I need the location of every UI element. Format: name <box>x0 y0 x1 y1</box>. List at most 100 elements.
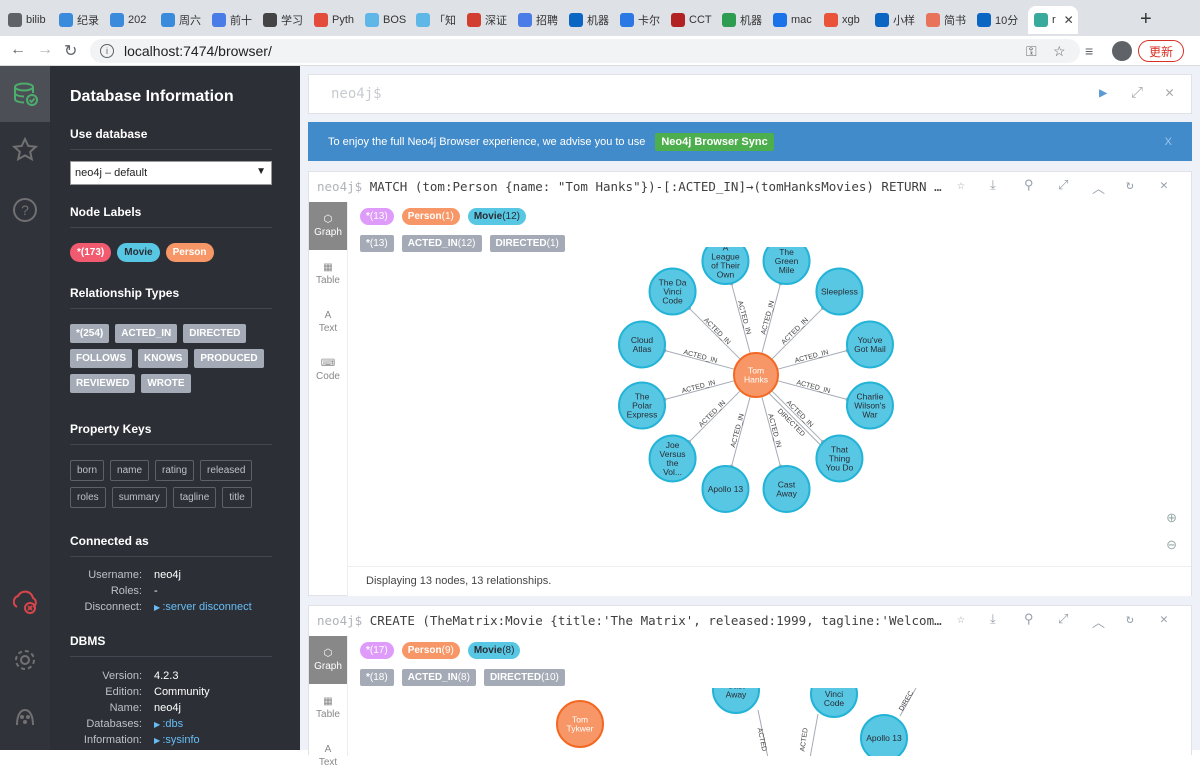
browser-sync-button[interactable]: Neo4j Browser Sync <box>655 132 774 151</box>
browser-tab[interactable]: CCT <box>671 6 717 34</box>
relationship-type-tag[interactable]: *(254) <box>70 324 110 343</box>
property-key-tag[interactable]: rating <box>155 460 195 481</box>
movie-node[interactable]: CloudAtlas <box>618 320 667 369</box>
relationship-type-tag[interactable]: PRODUCED <box>194 349 264 368</box>
reload-icon[interactable]: ↻ <box>64 41 77 61</box>
browser-tab[interactable]: r ✕ <box>1028 6 1078 34</box>
rerun-icon[interactable]: ↻ <box>1126 178 1134 193</box>
settings-gear-icon[interactable] <box>0 632 50 688</box>
legend-node-label[interactable]: Movie(8) <box>467 642 521 659</box>
legend-node-label[interactable]: Person(1) <box>401 208 460 225</box>
browser-tab[interactable]: 纪录 <box>59 6 105 34</box>
relationship-type-tag[interactable]: FOLLOWS <box>70 349 132 368</box>
frame-2-query[interactable]: CREATE (TheMatrix:Movie {title:'The Matr… <box>370 613 945 628</box>
view-tab-table[interactable]: ▦ Table <box>309 684 347 732</box>
person-node[interactable]: TomHanks <box>733 352 779 398</box>
view-tab-table[interactable]: ▦ Table <box>309 250 347 298</box>
browser-tab[interactable]: bilib <box>8 6 54 34</box>
relationship-type-tag[interactable]: DIRECTED <box>183 324 247 343</box>
favorites-star-icon[interactable] <box>0 122 50 178</box>
frame-1-query[interactable]: MATCH (tom:Person {name: "Tom Hanks"})-[… <box>370 179 945 194</box>
info-icon[interactable]: i <box>100 44 114 58</box>
browser-tab[interactable]: 机器 <box>722 6 768 34</box>
browser-tab[interactable]: 周六 <box>161 6 207 34</box>
expand-icon[interactable]: ⤢ <box>1131 83 1143 101</box>
legend-node-label[interactable]: *(17) <box>360 642 394 659</box>
relationship-type-tag[interactable]: WROTE <box>141 374 191 393</box>
node-label-pill[interactable]: Person <box>165 243 214 262</box>
forward-icon[interactable]: → <box>37 41 53 59</box>
fullscreen-icon[interactable]: ⤢ <box>1058 612 1068 627</box>
relationship-type-tag[interactable]: KNOWS <box>138 349 189 368</box>
collapse-icon[interactable]: ︿ <box>1092 612 1105 631</box>
node-label-pill[interactable]: *(173) <box>70 243 112 262</box>
graph-visualization[interactable]: ACTED_IN ACTED_IN ACTED_INACTED_INACTED_IN… <box>348 247 1194 567</box>
zoom-out-icon[interactable]: ⊖ <box>1166 537 1177 553</box>
movie-node[interactable]: JoeVersustheVol... <box>648 434 697 483</box>
browser-tab[interactable]: 深证 <box>467 6 513 34</box>
node-label-pill[interactable]: Movie <box>117 243 160 262</box>
database-select[interactable]: neo4j – default ▼ <box>70 161 272 185</box>
collapse-icon[interactable]: ︿ <box>1092 178 1105 197</box>
property-key-tag[interactable]: released <box>200 460 253 481</box>
relationship-type-tag[interactable]: ACTED_IN <box>115 324 178 343</box>
browser-tab[interactable]: 前十 <box>212 6 258 34</box>
view-tab-graph[interactable]: ⬡ Graph <box>309 202 347 250</box>
browser-tab[interactable]: BOS <box>365 6 411 34</box>
url-bar[interactable]: i localhost:7474/browser/ <box>90 39 1080 63</box>
browser-tab[interactable]: 学习 <box>263 6 309 34</box>
frame-1-header[interactable]: neo4j$ MATCH (tom:Person {name: "Tom Han… <box>309 172 1191 202</box>
view-tab-text[interactable]: A Text <box>309 298 347 346</box>
movie-node[interactable]: ThePolarExpress <box>618 381 667 430</box>
legend-relationship[interactable]: ACTED_IN(8) <box>401 669 476 686</box>
dbs-link[interactable]: :dbs <box>154 718 183 730</box>
movie-node[interactable]: ALeagueof TheirOwn <box>701 247 750 286</box>
browser-tab[interactable]: 「知 <box>416 6 462 34</box>
reading-list-icon[interactable]: ≡ <box>1085 43 1093 59</box>
fullscreen-icon[interactable]: ⤢ <box>1058 178 1068 193</box>
browser-tab[interactable]: Pyth <box>314 6 360 34</box>
tab-close-icon[interactable]: ✕ <box>1064 13 1074 27</box>
browser-tab[interactable]: 10分 <box>977 6 1023 34</box>
update-button[interactable]: 更新 <box>1138 40 1185 62</box>
pin-icon[interactable]: ⚲ <box>1024 612 1034 627</box>
banner-close-button[interactable]: X <box>1165 136 1172 148</box>
legend-relationship[interactable]: DIRECTED(10) <box>483 669 565 686</box>
movie-node[interactable]: CastAway <box>762 464 811 513</box>
zoom-in-icon[interactable]: ⊕ <box>1166 510 1177 526</box>
legend-node-label[interactable]: Movie(12) <box>467 208 526 225</box>
back-icon[interactable]: ← <box>10 41 26 59</box>
profile-avatar[interactable] <box>1112 41 1132 61</box>
browser-tab[interactable]: 简书 <box>926 6 972 34</box>
browser-tab[interactable]: 招聘 <box>518 6 564 34</box>
view-tab-graph[interactable]: ⬡ Graph <box>309 636 347 684</box>
graph-visualization-2[interactable]: ACTED ACTED DIREC TomTykwer CastAway The DaVi… <box>348 688 1191 756</box>
movie-node[interactable]: The DaVinciCode <box>810 688 858 718</box>
browser-tab[interactable]: xgb <box>824 6 870 34</box>
key-icon[interactable]: ⚿ <box>1026 43 1037 60</box>
rerun-icon[interactable]: ↻ <box>1126 612 1134 627</box>
browser-tab[interactable]: 卡尔 <box>620 6 666 34</box>
movie-node[interactable]: CharlieWilson'sWar <box>845 381 894 430</box>
movie-node[interactable]: Sleepless <box>815 267 864 316</box>
browser-tab[interactable]: 小样 <box>875 6 921 34</box>
view-tab-text[interactable]: A Text <box>309 732 347 780</box>
browser-tab[interactable]: mac <box>773 6 819 34</box>
property-key-tag[interactable]: name <box>110 460 150 481</box>
favorite-star-icon[interactable]: ☆ <box>957 178 965 193</box>
movie-node[interactable]: CastAway <box>712 688 760 714</box>
property-key-tag[interactable]: summary <box>111 487 167 508</box>
property-key-tag[interactable]: born <box>70 460 105 481</box>
connection-status-icon[interactable] <box>0 574 50 630</box>
movie-node[interactable]: Apollo 13 <box>701 464 750 513</box>
view-tab-code[interactable]: ⌨ Code <box>309 346 347 394</box>
browser-tab[interactable]: 机器 <box>569 6 615 34</box>
legend-node-label[interactable]: Person(9) <box>401 642 460 659</box>
property-key-tag[interactable]: roles <box>70 487 106 508</box>
relationship-type-tag[interactable]: REVIEWED <box>70 374 136 393</box>
movie-node[interactable]: ThatThingYou Do <box>815 434 864 483</box>
legend-node-label[interactable]: *(13) <box>360 208 394 225</box>
clear-close-icon[interactable]: ✕ <box>1165 83 1174 101</box>
movie-node[interactable]: The DaVinciCode <box>648 267 697 316</box>
run-play-icon[interactable]: ▶ <box>1099 85 1107 101</box>
